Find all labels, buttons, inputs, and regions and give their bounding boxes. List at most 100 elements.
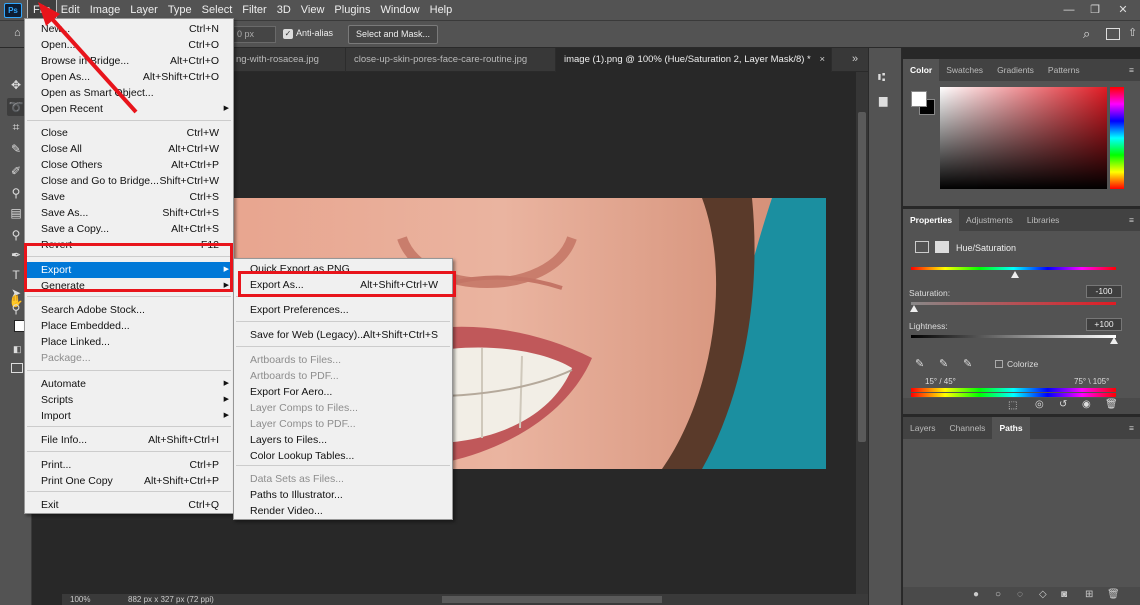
eyedropper-tool-icon[interactable]: ✎ [7, 140, 25, 158]
history-icon[interactable]: ⑆ [878, 70, 885, 84]
menu-item-quick-export-as-png[interactable]: Quick Export as PNG [234, 261, 452, 277]
menu-item-save-for-web-legacy[interactable]: Save for Web (Legacy)... Alt+Shift+Ctrl+S [234, 327, 452, 343]
tab-swatches[interactable]: Swatches [939, 59, 990, 81]
select-and-mask-button[interactable]: Select and Mask... [348, 25, 438, 44]
tab-document-1[interactable]: ng-with-rosacea.jpg [228, 48, 346, 72]
eyedropper-plus-icon[interactable]: ✎ [939, 357, 948, 370]
menu-window[interactable]: Window [376, 0, 425, 20]
workspace-icon[interactable] [1106, 28, 1120, 40]
menu-item-close-all[interactable]: Close All Alt+Ctrl+W [25, 141, 233, 157]
mask-icon[interactable] [935, 241, 949, 253]
menu-item-search-adobe-stock[interactable]: Search Adobe Stock... [25, 302, 233, 318]
vertical-scrollbar[interactable] [856, 72, 868, 594]
menu-item-layers-to-files[interactable]: Layers to Files... [234, 432, 452, 448]
add-mask-icon[interactable]: ◙ [1061, 589, 1067, 600]
clip-to-layer-icon[interactable]: ⬚ [1008, 400, 1017, 411]
menu-plugins[interactable]: Plugins [329, 0, 375, 20]
color-picker-field[interactable] [940, 87, 1107, 189]
gradient-tool-icon[interactable]: ▤ [7, 204, 25, 222]
menu-view[interactable]: View [296, 0, 330, 20]
tab-properties[interactable]: Properties [903, 209, 960, 231]
type-tool-icon[interactable]: T [7, 266, 25, 284]
load-selection-icon[interactable]: ◌ [1017, 589, 1023, 600]
restore-button[interactable]: ❐ [1084, 0, 1106, 20]
menu-help[interactable]: Help [425, 0, 458, 20]
view-previous-icon[interactable]: ◎ [1035, 399, 1044, 410]
tab-adjustments[interactable]: Adjustments [959, 209, 1020, 231]
make-work-path-icon[interactable]: ◇ [1039, 589, 1047, 600]
tab-document-active[interactable]: image (1).png @ 100% (Hue/Saturation 2, … [556, 48, 832, 72]
menu-item-close-and-go-to-bridge[interactable]: Close and Go to Bridge... Shift+Ctrl+W [25, 173, 233, 189]
menu-item-place-linked[interactable]: Place Linked... [25, 334, 233, 350]
menu-item-paths-to-illustrator[interactable]: Paths to Illustrator... [234, 487, 452, 503]
menu-item-export-as[interactable]: Export As... Alt+Shift+Ctrl+W [234, 277, 452, 293]
menu-item-file-info[interactable]: File Info... Alt+Shift+Ctrl+I [25, 432, 233, 448]
menu-item-place-embedded[interactable]: Place Embedded... [25, 318, 233, 334]
tab-paths[interactable]: Paths [992, 417, 1030, 439]
horizontal-scroll-thumb[interactable] [442, 596, 662, 603]
foreground-color-chip[interactable] [911, 91, 927, 107]
dodge-tool-icon[interactable]: ⚲ [7, 226, 25, 244]
stamp-tool-icon[interactable]: ⚲ [7, 184, 25, 202]
tab-color[interactable]: Color [903, 59, 940, 81]
antialias-checkbox[interactable]: ✓ [283, 29, 293, 39]
search-icon[interactable]: ⌕ [1083, 26, 1090, 42]
lightness-slider-handle[interactable] [1110, 337, 1118, 344]
reset-icon[interactable]: ↺ [1059, 399, 1067, 410]
panel-menu-icon[interactable]: ≡ [1123, 209, 1140, 231]
menu-item-scripts[interactable]: Scripts ▶ [25, 392, 233, 408]
tab-layers[interactable]: Layers [903, 417, 943, 439]
menu-3d[interactable]: 3D [272, 0, 296, 20]
tab-gradients[interactable]: Gradients [990, 59, 1041, 81]
crop-tool-icon[interactable]: ⌗ [7, 118, 25, 136]
share-icon[interactable]: ⇧ [1128, 26, 1137, 39]
menu-item-close[interactable]: Close Ctrl+W [25, 125, 233, 141]
menu-item-revert[interactable]: Revert F12 [25, 237, 233, 253]
menu-item-generate[interactable]: Generate ▶ [25, 278, 233, 294]
menu-item-export[interactable]: Export ▶ [25, 262, 233, 278]
hue-slider-handle[interactable] [1011, 271, 1019, 278]
menu-item-save-a-copy[interactable]: Save a Copy... Alt+Ctrl+S [25, 221, 233, 237]
saturation-input[interactable]: -100 [1086, 285, 1122, 298]
menu-item-import[interactable]: Import ▶ [25, 408, 233, 424]
delete-path-icon[interactable]: 🗑 [1107, 589, 1120, 600]
close-window-button[interactable]: ✕ [1112, 0, 1134, 20]
visibility-icon[interactable]: ◉ [1082, 399, 1091, 410]
delete-icon[interactable]: 🗑 [1105, 399, 1118, 410]
tab-patterns[interactable]: Patterns [1041, 59, 1087, 81]
tab-libraries[interactable]: Libraries [1020, 209, 1067, 231]
panel-menu-icon[interactable]: ≡ [1123, 59, 1140, 81]
menu-item-save-as[interactable]: Save As... Shift+Ctrl+S [25, 205, 233, 221]
fill-path-icon[interactable]: ● [973, 589, 979, 600]
tab-document-2[interactable]: close-up-skin-pores-face-care-routine.jp… [346, 48, 556, 72]
saturation-slider-handle[interactable] [910, 305, 918, 312]
menu-item-exit[interactable]: Exit Ctrl+Q [25, 497, 233, 513]
close-tab-icon[interactable]: × [819, 48, 825, 72]
pen-tool-icon[interactable]: ✒ [7, 246, 25, 264]
quick-mask-icon[interactable] [11, 363, 23, 373]
zoom-level[interactable]: 100% [70, 594, 90, 605]
menu-item-close-others[interactable]: Close Others Alt+Ctrl+P [25, 157, 233, 173]
menu-type[interactable]: Type [163, 0, 197, 20]
menu-item-export-preferences[interactable]: Export Preferences... [234, 302, 452, 318]
menu-item-print[interactable]: Print... Ctrl+P [25, 457, 233, 473]
stroke-path-icon[interactable]: ○ [995, 589, 1001, 600]
menu-select[interactable]: Select [197, 0, 238, 20]
menu-item-export-for-aero[interactable]: Export For Aero... [234, 384, 452, 400]
default-colors-icon[interactable]: ◧ [13, 344, 22, 355]
menu-item-automate[interactable]: Automate ▶ [25, 376, 233, 392]
menu-item-color-lookup-tables[interactable]: Color Lookup Tables... [234, 448, 452, 464]
minimize-button[interactable]: — [1058, 0, 1080, 20]
feather-field[interactable]: 0 px [232, 26, 276, 43]
brush-tool-icon[interactable]: ✐ [7, 162, 25, 180]
tabs-overflow-icon[interactable]: » [852, 53, 858, 65]
tab-channels[interactable]: Channels [943, 417, 993, 439]
zoom-tool-icon[interactable]: ⚲ [7, 300, 25, 318]
eyedropper-minus-icon[interactable]: ✎ [963, 357, 972, 370]
new-path-icon[interactable]: ⊞ [1085, 589, 1093, 600]
lightness-input[interactable]: +100 [1086, 318, 1122, 331]
scroll-thumb[interactable] [858, 112, 866, 442]
comments-icon[interactable]: ▆ [879, 94, 887, 107]
menu-item-render-video[interactable]: Render Video... [234, 503, 452, 519]
menu-item-print-one-copy[interactable]: Print One Copy Alt+Shift+Ctrl+P [25, 473, 233, 489]
